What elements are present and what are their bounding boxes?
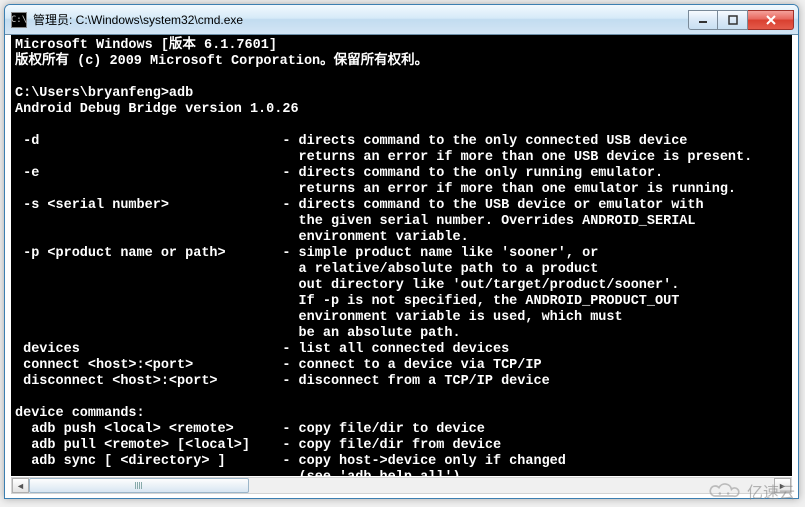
watermark-text: 亿速云 [747, 479, 795, 503]
maximize-button[interactable] [718, 10, 748, 30]
cmd-window: C:\ 管理员: C:\Windows\system32\cmd.exe Mic… [4, 4, 799, 499]
cmd-icon: C:\ [11, 12, 27, 28]
scroll-left-button[interactable]: ◄ [12, 478, 29, 493]
scroll-track[interactable] [29, 478, 774, 493]
console-output: Microsoft Windows [版本 6.1.7601] 版权所有 (c)… [11, 35, 792, 476]
horizontal-scrollbar[interactable]: ◄ ► [11, 477, 792, 494]
close-button[interactable] [748, 10, 794, 30]
watermark: 亿速云 [707, 479, 795, 503]
scroll-thumb[interactable] [29, 478, 249, 493]
minimize-button[interactable] [688, 10, 718, 30]
window-title: 管理员: C:\Windows\system32\cmd.exe [33, 11, 688, 28]
console-area[interactable]: Microsoft Windows [版本 6.1.7601] 版权所有 (c)… [11, 35, 792, 476]
watermark-logo-icon [707, 481, 741, 501]
window-controls [688, 10, 794, 30]
titlebar[interactable]: C:\ 管理员: C:\Windows\system32\cmd.exe [5, 5, 798, 35]
